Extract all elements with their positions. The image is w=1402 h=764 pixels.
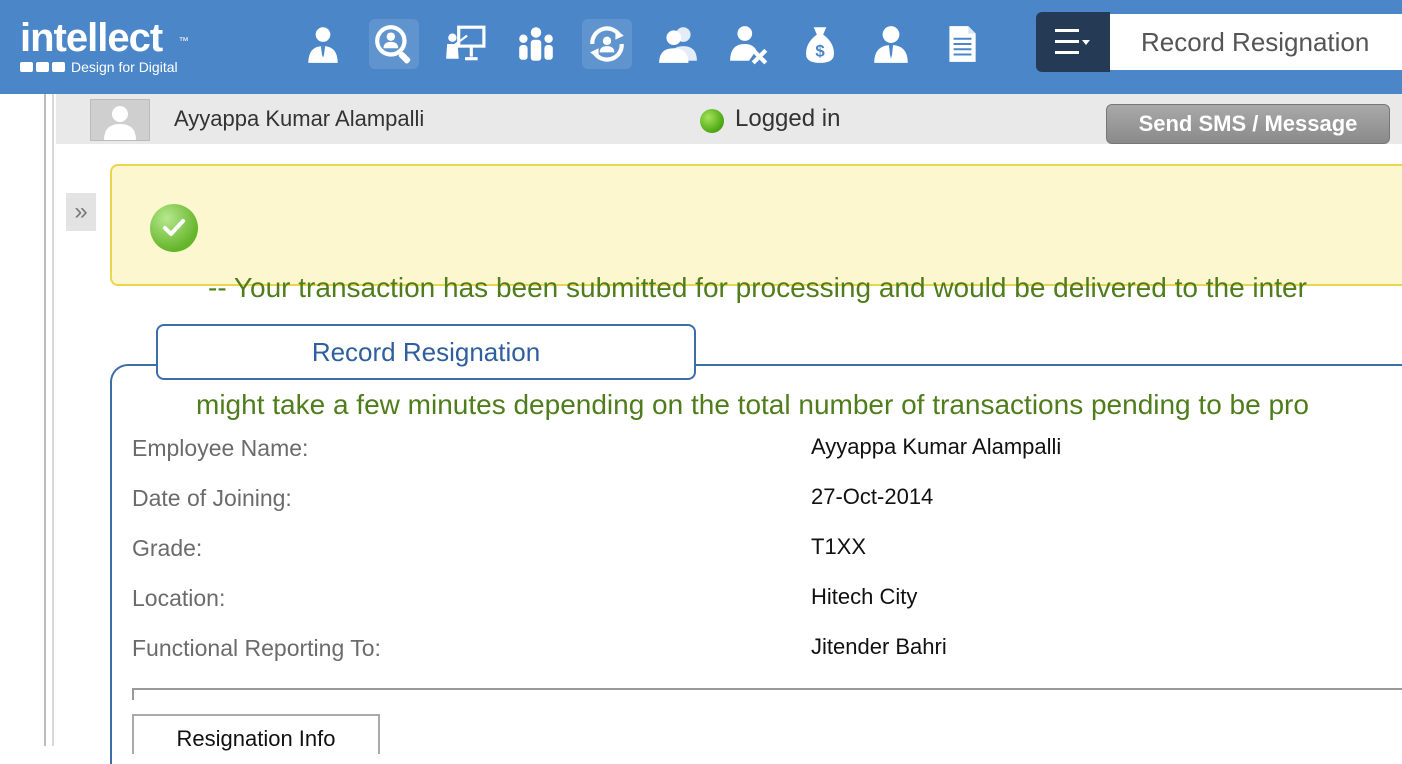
avatar xyxy=(90,99,150,141)
success-notice: -- Your transaction has been submitted f… xyxy=(110,164,1402,420)
logo-dots xyxy=(20,62,65,72)
main-menu-button[interactable] xyxy=(1036,12,1110,72)
left-rail-border xyxy=(44,94,46,746)
date-of-joining-label: Date of Joining: xyxy=(132,485,292,511)
functional-reporting-value: Jitender Bahri xyxy=(811,634,947,659)
person-settings-icon[interactable] xyxy=(724,19,774,69)
expand-panel-button[interactable]: » xyxy=(66,193,96,231)
document-icon[interactable] xyxy=(937,19,987,69)
team-icon[interactable] xyxy=(511,19,561,69)
send-sms-button[interactable]: Send SMS / Message xyxy=(1106,104,1390,144)
person-refresh-icon[interactable] xyxy=(582,19,632,69)
manager-icon[interactable] xyxy=(866,19,916,69)
users-icon[interactable] xyxy=(653,19,703,69)
section-title-text: Record Resignation xyxy=(311,336,541,367)
user-bar: Ayyappa Kumar Alampalli Logged in Send S… xyxy=(56,94,1402,144)
date-of-joining-value: 27-Oct-2014 xyxy=(811,484,934,509)
section-title: Record Resignation xyxy=(156,324,696,380)
user-name: Ayyappa Kumar Alampalli xyxy=(174,106,425,131)
employee-name-value: Ayyappa Kumar Alampalli xyxy=(811,434,1062,459)
hamburger-icon xyxy=(1055,29,1090,54)
employee-tie-icon[interactable] xyxy=(298,19,348,69)
online-status-icon xyxy=(700,109,724,133)
tab-resignation-info[interactable]: Resignation Info xyxy=(132,714,380,754)
functional-reporting-label: Functional Reporting To: xyxy=(132,635,381,661)
employee-name-label: Employee Name: xyxy=(132,435,309,461)
tab-strip-divider xyxy=(132,688,1402,700)
left-rail-inner-border xyxy=(52,94,54,746)
checkmark-icon xyxy=(150,204,198,252)
presentation-icon[interactable] xyxy=(440,19,490,69)
double-chevron-right-icon: » xyxy=(74,198,88,225)
money-bag-icon[interactable]: $ xyxy=(795,19,845,69)
logo-tagline: Design for Digital xyxy=(71,59,178,75)
location-value: Hitech City xyxy=(811,584,918,609)
page-title: Record Resignation xyxy=(1110,14,1402,70)
search-person-icon[interactable] xyxy=(369,19,419,69)
module-nav: $ xyxy=(298,16,1008,72)
notice-line-1: -- Your transaction has been submitted f… xyxy=(208,272,1307,303)
login-status: Logged in xyxy=(735,105,841,132)
logo-trademark: ™ xyxy=(178,36,189,47)
grade-label: Grade: xyxy=(132,535,203,561)
svg-text:$: $ xyxy=(815,42,825,61)
record-resignation-panel xyxy=(110,364,1402,764)
tab-resignation-info-label: Resignation Info xyxy=(176,726,336,751)
page-title-text: Record Resignation xyxy=(1141,26,1370,57)
top-bar: intellect ™ Design for Digital $ Record … xyxy=(0,0,1402,94)
location-label: Location: xyxy=(132,585,226,611)
intellect-logo[interactable]: intellect ™ Design for Digital xyxy=(20,16,189,75)
logo-wordmark: intellect xyxy=(20,16,163,60)
grade-value: T1XX xyxy=(811,534,867,559)
